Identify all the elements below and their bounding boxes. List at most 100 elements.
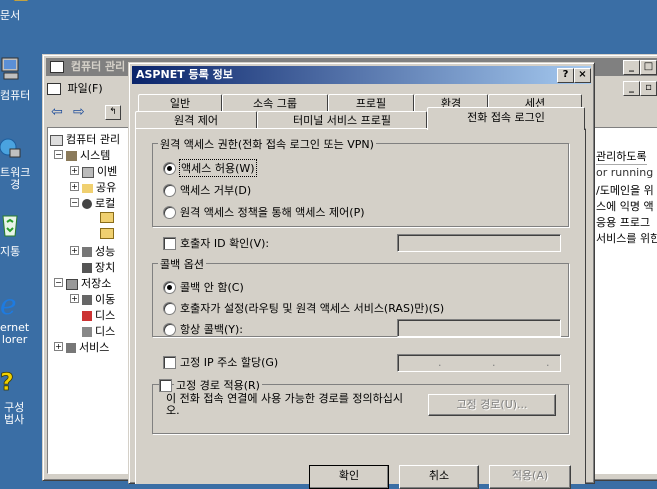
radio-always-callback[interactable] — [163, 323, 176, 336]
desktop-icon-documents[interactable]: 문서 — [0, 0, 44, 26]
label-static-route[interactable]: 고정 경로 적용(R) — [174, 377, 262, 393]
label-policy-access[interactable]: 원격 액세스 정책을 통해 액세스 제어(P) — [180, 204, 365, 220]
desktop-icon-network[interactable]: 트워크 경 — [0, 135, 44, 195]
detail-line: /도메인을 위 — [596, 184, 654, 197]
collapse-icon[interactable]: − — [54, 278, 63, 287]
folder-icon[interactable] — [100, 212, 114, 223]
expand-icon[interactable]: + — [70, 294, 79, 303]
tree-node-removable[interactable]: 이동 — [82, 291, 115, 307]
close-button[interactable]: × — [574, 68, 591, 83]
label-static-ip[interactable]: 고정 IP 주소 할당(G) — [180, 354, 278, 370]
always-callback-input[interactable] — [397, 319, 561, 337]
back-arrow-icon[interactable]: ⇦ — [51, 104, 63, 120]
static-route-description: 이 전화 접속 연결에 사용 가능한 경로를 정의하십시오. — [166, 392, 403, 417]
checkbox-static-route[interactable] — [159, 379, 172, 392]
dialog-title: ASPNET 등록 정보 — [136, 68, 233, 81]
detail-line: 스에 익명 액 — [596, 200, 654, 213]
tree-node-local-users[interactable]: 로컬 — [82, 195, 115, 211]
static-route-button[interactable]: 고정 경로(U)... — [428, 394, 556, 416]
cancel-button[interactable]: 취소 — [399, 465, 479, 489]
tab-dial-in[interactable]: 전화 접속 로그인 — [427, 107, 585, 130]
services-icon — [66, 343, 76, 353]
tree-node-system[interactable]: 시스템 — [66, 147, 110, 163]
desktop-icon-recycle-bin[interactable]: 지통 — [0, 210, 44, 260]
desktop-icon-label: ernet lorer — [0, 321, 30, 346]
tree-node-performance[interactable]: 성능 — [82, 243, 115, 259]
label-deny-access[interactable]: 액세스 거부(D) — [180, 182, 251, 198]
disk-management-icon — [82, 327, 92, 337]
desktop-icon-label: 구성 법사 — [4, 401, 25, 426]
up-folder-icon[interactable]: ↰ — [105, 105, 121, 120]
mmc-tree-pane[interactable]: 컴퓨터 관리 − 시스템 + 이벤 + 공유 − 로컬 + 성능 장치 − 저장… — [47, 127, 133, 474]
mmc-menu-bar: 파일(F) — [47, 80, 103, 96]
forward-arrow-icon[interactable]: ⇨ — [73, 104, 85, 120]
expand-icon[interactable]: + — [70, 166, 79, 175]
users-icon — [82, 199, 92, 209]
ok-button[interactable]: 확인 — [309, 465, 389, 489]
checkbox-caller-id[interactable] — [163, 237, 176, 250]
label-caller-id[interactable]: 호출자 ID 확인(V): — [180, 235, 269, 251]
ip-dots: . . . — [438, 356, 560, 369]
menu-file[interactable]: 파일(F) — [68, 82, 103, 95]
storage-icon — [66, 278, 78, 290]
radio-allow-access[interactable] — [163, 162, 176, 175]
desktop-icon-label: 문서 — [0, 9, 21, 22]
properties-dialog[interactable]: ASPNET 등록 정보 ? × 일반 소속 그룹 프로필 환경 세션 원격 제… — [128, 62, 595, 489]
computer-management-icon — [50, 134, 63, 146]
help-button[interactable]: ? — [557, 68, 574, 83]
radio-caller-set-callback[interactable] — [163, 302, 176, 315]
collapse-icon[interactable]: − — [70, 198, 79, 207]
dialog-title-bar[interactable]: ASPNET 등록 정보 — [132, 66, 591, 84]
removable-storage-icon — [82, 295, 92, 305]
expand-icon[interactable]: + — [70, 182, 79, 191]
my-computer-icon — [0, 56, 22, 82]
mmc-document-icon — [47, 83, 61, 95]
tree-node-devices[interactable]: 장치 — [82, 259, 115, 275]
detail-header: 관리하도록 — [596, 150, 647, 165]
radio-no-callback[interactable] — [163, 281, 176, 294]
tree-node-storage[interactable]: 저장소 — [66, 275, 111, 291]
tree-node-shared[interactable]: 공유 — [82, 179, 116, 195]
mmc-minimize-button[interactable]: _ — [623, 60, 640, 75]
folder-icon[interactable] — [100, 228, 114, 239]
collapse-icon[interactable]: − — [54, 150, 63, 159]
label-caller-set-callback[interactable]: 호출자가 설정(라우팅 및 원격 액세스 서비스(RAS)만)(S) — [180, 300, 444, 316]
desktop-icon-my-computer[interactable]: 컴퓨터 — [0, 56, 44, 104]
detail-line: 응용 프로그 — [596, 216, 651, 229]
desktop-icon-label: 컴퓨터 — [0, 89, 31, 102]
device-manager-icon — [82, 263, 92, 273]
tree-node-disk-management[interactable]: 디스 — [82, 323, 115, 339]
tree-node-events[interactable]: 이벤 — [82, 163, 117, 179]
configure-server-wizard-icon: ? — [0, 368, 22, 397]
tree-node-defrag[interactable]: 디스 — [82, 307, 115, 323]
mdi-restore-button[interactable]: ▫ — [640, 81, 657, 96]
tree-node-services[interactable]: 서비스 — [66, 339, 109, 355]
detail-line: 서비스를 위한 — [596, 232, 657, 245]
mmc-detail-pane[interactable]: 관리하도록 or running th /도메인을 위 스에 익명 액 응용 프… — [591, 127, 657, 474]
tree-node-root[interactable]: 컴퓨터 관리 — [50, 131, 120, 147]
desktop-icon-label: 트워크 경 — [0, 166, 31, 191]
label-no-callback[interactable]: 콜백 안 함(C) — [180, 279, 244, 295]
mdi-minimize-button[interactable]: _ — [623, 81, 640, 96]
mmc-maximize-button[interactable]: □ — [640, 60, 657, 75]
remote-access-legend: 원격 액세스 권한(전화 접속 로그인 또는 VPN) — [158, 136, 376, 152]
label-always-callback[interactable]: 항상 콜백(Y): — [180, 321, 243, 337]
checkbox-static-ip[interactable] — [163, 356, 176, 369]
network-places-icon — [0, 135, 22, 161]
mmc-title: 컴퓨터 관리 — [70, 60, 126, 73]
shared-folder-icon — [82, 183, 93, 193]
caller-id-input[interactable] — [397, 234, 561, 252]
svg-text:e: e — [0, 290, 17, 318]
static-ip-input[interactable]: . . . — [397, 354, 561, 372]
event-viewer-icon — [82, 166, 94, 178]
radio-deny-access[interactable] — [163, 184, 176, 197]
desktop-icon-internet-explorer[interactable]: e ernet lorer — [0, 288, 44, 350]
svg-text:?: ? — [0, 368, 14, 396]
radio-policy-access[interactable] — [163, 206, 176, 219]
apply-button[interactable]: 적용(A) — [489, 465, 571, 489]
desktop-icon-configure-server[interactable]: ? 구성 법사 — [0, 368, 44, 428]
label-allow-access[interactable]: 액세스 허용(W) — [179, 159, 257, 177]
expand-icon[interactable]: + — [70, 246, 79, 255]
expand-icon[interactable]: + — [54, 342, 63, 351]
desktop-icon-label: 지통 — [0, 245, 21, 258]
